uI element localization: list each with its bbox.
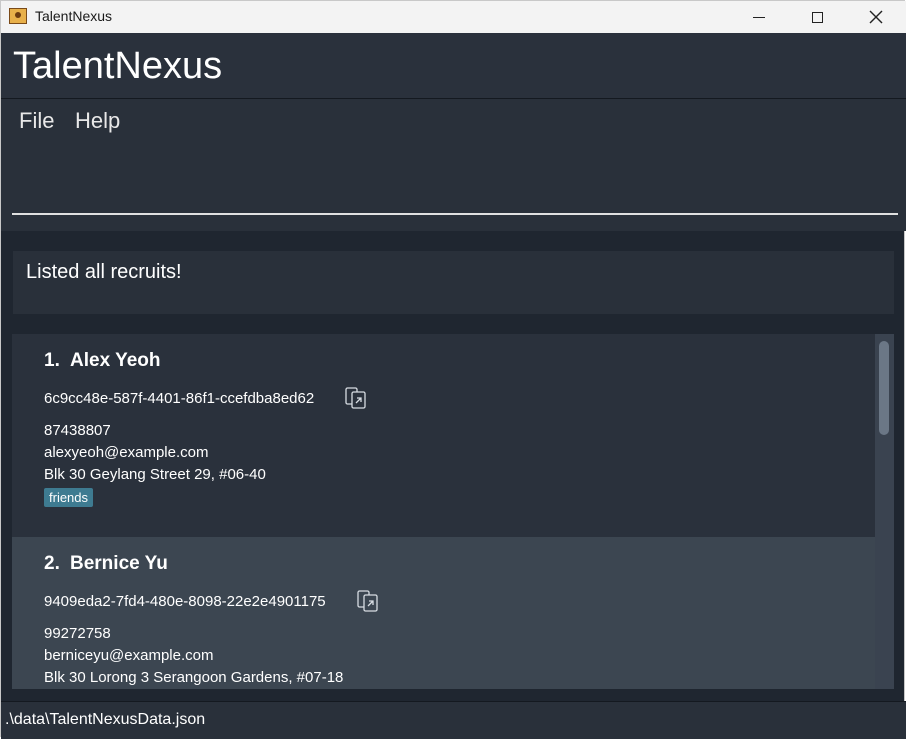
- window-title: TalentNexus: [35, 8, 113, 24]
- recruit-id-row: 9409eda2-7fd4-480e-8098-22e2e4901175: [44, 589, 843, 613]
- recruit-id: 6c9cc48e-587f-4401-86f1-ccefdba8ed62: [44, 389, 315, 407]
- recruit-header: 1. Alex Yeoh: [44, 350, 843, 372]
- status-bar: .\data\TalentNexusData.json: [1, 701, 906, 739]
- recruit-email: berniceyu@example.com: [44, 647, 214, 664]
- close-button[interactable]: [847, 1, 905, 33]
- recruit-address: Blk 30 Geylang Street 29, #06-40: [44, 466, 266, 483]
- recruit-address: Blk 30 Lorong 3 Serangoon Gardens, #07-1…: [44, 669, 344, 686]
- menu-file[interactable]: File: [19, 108, 54, 134]
- recruit-card[interactable]: 1. Alex Yeoh 6c9cc48e-587f-4401-86f1-cce…: [12, 334, 875, 537]
- close-icon: [869, 10, 883, 24]
- minimize-button[interactable]: [730, 1, 788, 33]
- copy-link-icon[interactable]: [344, 386, 368, 410]
- recruit-id: 9409eda2-7fd4-480e-8098-22e2e4901175: [44, 592, 326, 610]
- result-message: Listed all recruits!: [26, 261, 182, 283]
- minimize-icon: [753, 16, 765, 18]
- app-header: TalentNexus: [1, 33, 906, 99]
- app-contact-icon: [9, 8, 27, 24]
- recruit-index: 1.: [44, 350, 60, 371]
- recruit-id-row: 6c9cc48e-587f-4401-86f1-ccefdba8ed62: [44, 386, 843, 410]
- recruit-header: 2. Bernice Yu: [44, 553, 843, 575]
- recruit-card[interactable]: 2. Bernice Yu 9409eda2-7fd4-480e-8098-22…: [12, 537, 875, 689]
- recruit-phone: 87438807: [44, 422, 111, 439]
- recruit-index: 2.: [44, 553, 60, 574]
- menu-bar: File Help: [1, 99, 906, 145]
- recruit-phone: 99272758: [44, 625, 111, 642]
- app-title: TalentNexus: [13, 45, 223, 87]
- recruit-list[interactable]: 1. Alex Yeoh 6c9cc48e-587f-4401-86f1-cce…: [12, 334, 875, 689]
- list-scrollbar[interactable]: [875, 334, 894, 689]
- scrollbar-thumb[interactable]: [879, 341, 889, 435]
- title-bar[interactable]: TalentNexus: [1, 1, 906, 33]
- maximize-button[interactable]: [788, 1, 846, 33]
- copy-link-icon[interactable]: [356, 589, 380, 613]
- data-file-path: .\data\TalentNexusData.json: [5, 711, 206, 728]
- maximize-icon: [811, 11, 823, 23]
- command-input[interactable]: [12, 153, 898, 215]
- result-display: Listed all recruits!: [13, 251, 894, 314]
- recruit-email: alexyeoh@example.com: [44, 444, 209, 461]
- recruit-name: Bernice Yu: [70, 553, 168, 574]
- menu-help[interactable]: Help: [75, 108, 120, 134]
- app-window: TalentNexus TalentNexus File Help Listed…: [0, 0, 906, 739]
- command-box: [1, 145, 906, 231]
- recruit-name: Alex Yeoh: [70, 350, 161, 371]
- tag-friends: friends: [44, 488, 94, 507]
